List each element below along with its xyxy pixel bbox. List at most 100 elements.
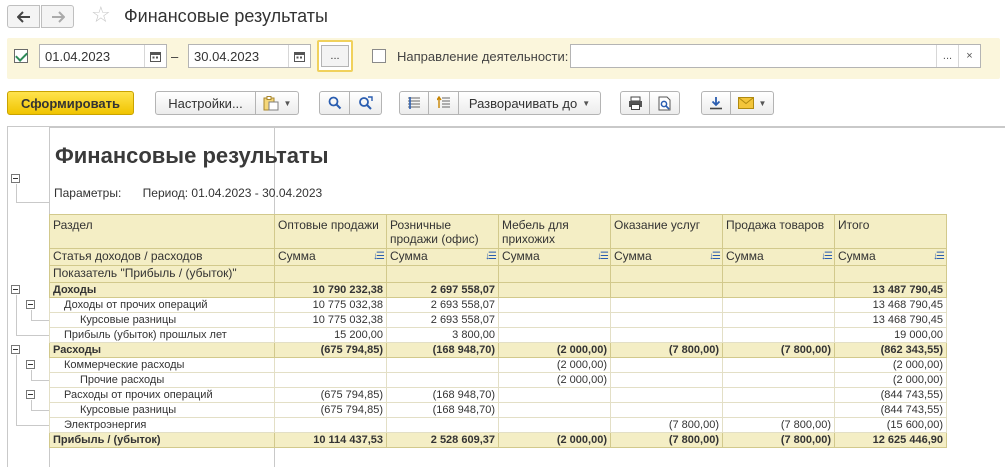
generate-button[interactable]: Сформировать — [7, 91, 134, 115]
sort-icon[interactable]: ↓☰ — [485, 251, 497, 262]
table-row[interactable]: Коммерческие расходы (2 000,00) (2 000,00) — [49, 357, 947, 373]
variants-dropdown-button[interactable]: ▼ — [256, 91, 299, 115]
header-sum-wrap: Сумма ↓☰ — [614, 250, 721, 264]
date-to-calendar-button[interactable] — [288, 45, 310, 67]
search-next-icon — [359, 96, 373, 110]
header-column[interactable]: Розничные продажи (офис) — [386, 214, 499, 249]
header-column[interactable]: Оптовые продажи — [274, 214, 387, 249]
collapse-commercial-toggle[interactable] — [26, 360, 35, 369]
header-column[interactable]: Оказание услуг — [610, 214, 723, 249]
row-value: 3 800,00 — [386, 327, 499, 343]
row-value — [722, 297, 835, 313]
header-sum[interactable]: Сумма ↓☰ — [274, 248, 387, 266]
table-row[interactable]: Доходы от прочих операций 10 775 032,38 2 … — [49, 297, 947, 313]
table-row[interactable]: Курсовые разницы (675 794,85) (168 948,70)… — [49, 402, 947, 418]
sort-icon[interactable]: ↓☰ — [597, 251, 609, 262]
date-to-value: 30.04.2023 — [194, 48, 260, 64]
table-row[interactable]: Электроэнергия (7 800,00) (7 800,00) (15 60… — [49, 417, 947, 433]
row-value: 10 775 032,38 — [274, 297, 387, 313]
header-sum-wrap: Сумма ↓☰ — [390, 250, 497, 264]
row-value: (7 800,00) — [722, 417, 835, 433]
table-row[interactable]: Прибыль / (убыток) 10 114 437,53 2 528 609… — [49, 432, 947, 448]
direction-input[interactable]: ... × — [570, 44, 981, 68]
row-value: 10 775 032,38 — [274, 312, 387, 328]
row-value: 2 697 558,07 — [386, 282, 499, 298]
period-select-button[interactable]: ... — [317, 40, 353, 72]
expand-all-button[interactable] — [399, 91, 429, 115]
params-value: Период: 01.04.2023 - 30.04.2023 — [142, 186, 323, 200]
print-preview-button[interactable] — [650, 91, 680, 115]
collapse-income-toggle[interactable] — [11, 285, 20, 294]
row-value: (2 000,00) — [498, 432, 611, 448]
date-from-calendar-button[interactable] — [144, 45, 166, 67]
table-row[interactable]: Прочие расходы (2 000,00) (2 000,00) — [49, 372, 947, 388]
send-email-dropdown[interactable]: ▼ — [731, 91, 774, 115]
row-value: (844 743,55) — [834, 402, 947, 418]
header-sum-label: Сумма — [838, 249, 876, 264]
expand-to-dropdown[interactable]: Разворачивать до ▼ — [459, 91, 601, 115]
direction-checkbox[interactable] — [372, 49, 386, 63]
collapse-expenses-toggle[interactable] — [11, 345, 20, 354]
table-row[interactable]: Расходы от прочих операций (675 794,85) (1… — [49, 387, 947, 403]
header-sum[interactable]: Сумма ↓☰ — [386, 248, 499, 266]
header-sum[interactable]: Сумма ↓☰ — [610, 248, 723, 266]
row-value: (15 600,00) — [834, 417, 947, 433]
row-value — [498, 282, 611, 298]
table-row[interactable]: Расходы (675 794,85) (168 948,70) (2 000,00… — [49, 342, 947, 358]
star-icon[interactable]: ☆ — [91, 2, 111, 28]
sort-icon[interactable]: ↓☰ — [709, 251, 721, 262]
list-expand-icon — [408, 97, 420, 109]
report-spreadsheet[interactable]: Финансовые результаты Параметры: Период:… — [7, 126, 1005, 467]
collapse-other-income-toggle[interactable] — [26, 300, 35, 309]
row-value — [498, 417, 611, 433]
table-row[interactable]: Доходы 10 790 232,38 2 697 558,07 13 487 79… — [49, 282, 947, 298]
print-button[interactable] — [620, 91, 650, 115]
settings-button[interactable]: Настройки... — [155, 91, 256, 115]
expand-to-label: Разворачивать до — [468, 95, 578, 111]
tree-line — [31, 310, 32, 320]
table-row[interactable]: Прибыль (убыток) прошлых лет 15 200,00 3 8… — [49, 327, 947, 343]
direction-select-button[interactable]: ... — [936, 45, 958, 67]
tree-line — [16, 202, 50, 203]
row-value — [722, 402, 835, 418]
row-name: Прочие расходы — [49, 372, 275, 388]
collapse-params-toggle[interactable] — [11, 174, 20, 183]
header-column[interactable]: Мебель для прихожих — [498, 214, 611, 249]
back-button[interactable] — [7, 5, 40, 28]
header-sum[interactable]: Сумма ↓☰ — [834, 248, 947, 266]
header-empty — [722, 265, 835, 283]
row-name: Электроэнергия — [49, 417, 275, 433]
tree-line — [16, 425, 49, 426]
date-from-field[interactable]: 01.04.2023 — [39, 44, 167, 68]
row-value: 10 114 437,53 — [274, 432, 387, 448]
tree-line — [31, 400, 32, 410]
collapse-other-expenses-toggle[interactable] — [26, 390, 35, 399]
row-value: 2 693 558,07 — [386, 312, 499, 328]
params-label: Параметры: — [54, 186, 122, 200]
table-row[interactable]: Курсовые разницы 10 775 032,38 2 693 558,0… — [49, 312, 947, 328]
sort-icon[interactable]: ↓☰ — [933, 251, 945, 262]
header-column[interactable]: Итого — [834, 214, 947, 249]
header-empty — [498, 265, 611, 283]
sort-icon[interactable]: ↓☰ — [821, 251, 833, 262]
header-column[interactable]: Продажа товаров — [722, 214, 835, 249]
period-checkbox[interactable] — [14, 49, 28, 63]
tree-line — [31, 320, 49, 321]
row-value: (675 794,85) — [274, 402, 387, 418]
sort-icon[interactable]: ↓☰ — [373, 251, 385, 262]
row-value — [610, 402, 723, 418]
row-divider — [49, 127, 1005, 128]
date-to-field[interactable]: 30.04.2023 — [188, 44, 311, 68]
find-next-button[interactable] — [350, 91, 382, 115]
collapse-all-button[interactable] — [429, 91, 459, 115]
row-value — [610, 372, 723, 388]
forward-button[interactable] — [41, 5, 74, 28]
save-button[interactable] — [701, 91, 731, 115]
calendar-icon — [150, 51, 161, 62]
download-icon — [710, 97, 722, 110]
header-sum[interactable]: Сумма ↓☰ — [722, 248, 835, 266]
direction-clear-button[interactable]: × — [958, 45, 980, 67]
find-button[interactable] — [319, 91, 350, 115]
header-sum[interactable]: Сумма ↓☰ — [498, 248, 611, 266]
row-value — [722, 327, 835, 343]
